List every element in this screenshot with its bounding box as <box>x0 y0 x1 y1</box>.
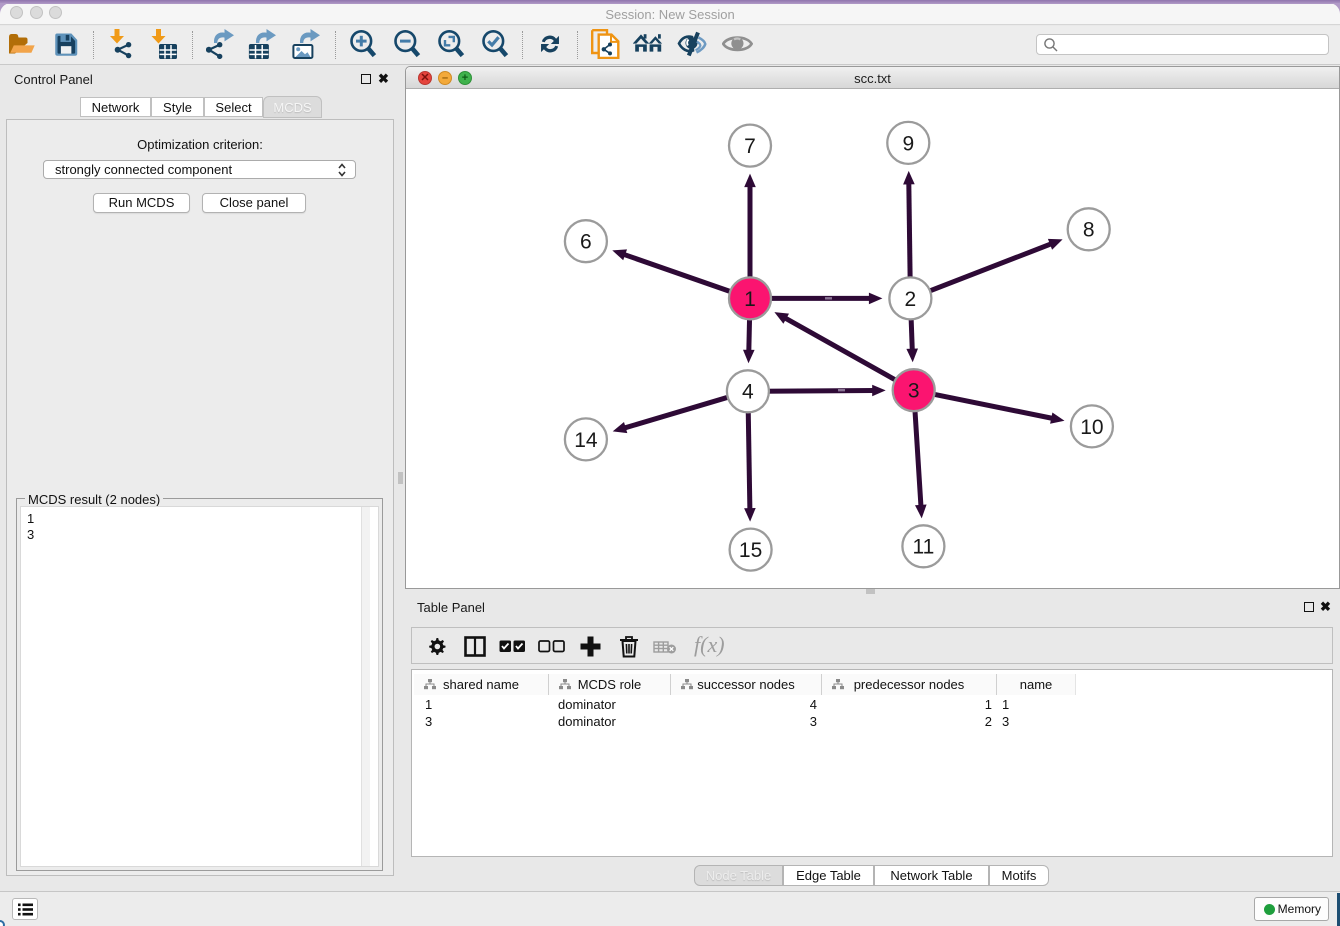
svg-text:2: 2 <box>905 288 917 311</box>
svg-text:1: 1 <box>744 288 756 311</box>
svg-text:11: 11 <box>912 536 934 559</box>
svg-text:7: 7 <box>744 135 756 158</box>
svg-text:10: 10 <box>1080 416 1103 439</box>
svg-text:6: 6 <box>580 231 592 254</box>
svg-text:14: 14 <box>574 429 598 452</box>
svg-text:3: 3 <box>908 380 920 403</box>
svg-text:4: 4 <box>742 381 754 404</box>
svg-text:15: 15 <box>739 539 762 562</box>
svg-text:8: 8 <box>1083 219 1095 242</box>
svg-text:9: 9 <box>902 132 914 155</box>
